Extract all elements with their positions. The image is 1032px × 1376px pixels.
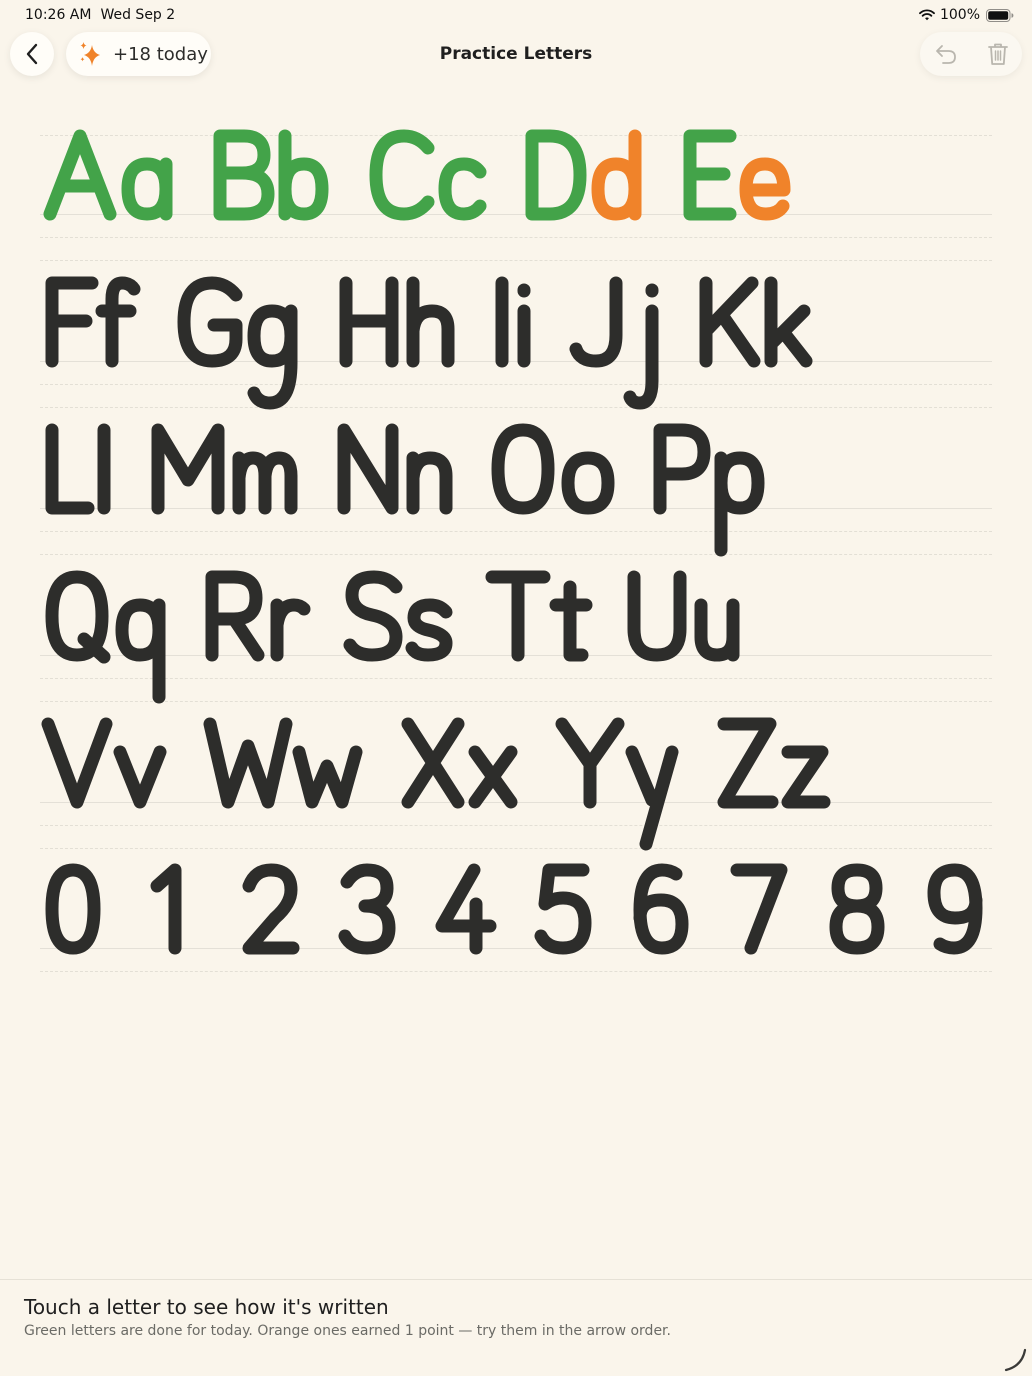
letter-b-upper[interactable]	[208, 128, 276, 264]
instructions-text: Green letters are done for today. Orange…	[24, 1323, 671, 1339]
letter-x-upper[interactable]	[398, 716, 468, 852]
letter-e-upper[interactable]	[678, 128, 738, 264]
letter-o-upper[interactable]	[486, 422, 560, 558]
letter-d-upper[interactable]	[520, 128, 590, 264]
instructions-panel: Touch a letter to see how it's written G…	[0, 1279, 1032, 1376]
letter-z-lower[interactable]	[778, 716, 831, 852]
letter-f-lower[interactable]	[95, 275, 141, 411]
letter-k-lower[interactable]	[760, 275, 814, 411]
letter-s-upper[interactable]	[340, 569, 406, 705]
practice-letters-screen: 10:26 AM Wed Sep 2 100% +18 today Practi…	[0, 0, 1032, 1376]
letter-k-upper[interactable]	[694, 275, 762, 411]
letter-t-upper[interactable]	[484, 569, 552, 705]
letter-v-upper[interactable]	[40, 716, 114, 852]
letter-b-lower[interactable]	[274, 128, 332, 264]
letter-h-upper[interactable]	[334, 275, 404, 411]
letter-i-lower[interactable]	[512, 275, 536, 411]
letter-t-lower[interactable]	[549, 569, 593, 705]
digit-5[interactable]	[531, 862, 595, 998]
letter-m-upper[interactable]	[146, 422, 230, 558]
letter-g-lower[interactable]	[244, 275, 302, 411]
letter-y-lower[interactable]	[624, 716, 680, 852]
letter-r-upper[interactable]	[200, 569, 268, 705]
letter-z-upper[interactable]	[714, 716, 780, 852]
letter-c-upper[interactable]	[364, 128, 438, 264]
digit-1[interactable]	[145, 862, 197, 998]
resize-handle-icon[interactable]	[1002, 1346, 1028, 1372]
letter-w-upper[interactable]	[202, 716, 294, 852]
instructions-title: Touch a letter to see how it's written	[24, 1295, 389, 1319]
letter-y-upper[interactable]	[554, 716, 626, 852]
letter-w-lower[interactable]	[292, 716, 364, 852]
letter-m-lower[interactable]	[228, 422, 302, 558]
letter-l-upper[interactable]	[40, 422, 95, 558]
digit-8[interactable]	[824, 862, 890, 998]
digit-9[interactable]	[922, 862, 988, 998]
digit-0[interactable]	[40, 862, 106, 998]
digit-6[interactable]	[628, 862, 694, 998]
digit-3[interactable]	[335, 862, 399, 998]
letter-p-upper[interactable]	[648, 422, 712, 558]
letter-u-lower[interactable]	[690, 569, 744, 705]
letter-l-lower[interactable]	[92, 422, 116, 558]
letter-x-lower[interactable]	[466, 716, 520, 852]
letter-j-lower[interactable]	[623, 275, 662, 411]
letter-g-upper[interactable]	[172, 275, 246, 411]
letter-v-lower[interactable]	[112, 716, 168, 852]
letter-h-lower[interactable]	[402, 275, 458, 411]
digit-7[interactable]	[727, 862, 791, 998]
letter-s-lower[interactable]	[404, 569, 454, 705]
letter-c-lower[interactable]	[436, 128, 488, 264]
letter-rows	[40, 128, 988, 998]
digit-4[interactable]	[432, 862, 498, 998]
digit-2[interactable]	[237, 862, 301, 998]
letter-p-lower[interactable]	[710, 422, 768, 558]
letter-n-upper[interactable]	[332, 422, 404, 558]
letter-q-lower[interactable]	[112, 569, 170, 705]
letter-a-upper[interactable]	[40, 128, 120, 264]
letter-f-upper[interactable]	[40, 275, 99, 411]
letter-r-lower[interactable]	[266, 569, 311, 705]
letter-e-lower[interactable]	[736, 128, 794, 264]
letter-a-lower[interactable]	[118, 128, 176, 264]
letter-o-lower[interactable]	[558, 422, 618, 558]
practice-sheet	[0, 0, 1032, 1376]
letter-n-lower[interactable]	[402, 422, 456, 558]
letter-q-upper[interactable]	[40, 569, 114, 705]
letter-u-upper[interactable]	[622, 569, 692, 705]
letter-d-lower[interactable]	[588, 128, 646, 264]
letter-j-upper[interactable]	[568, 275, 626, 411]
letter-v-lower-hit-area[interactable]	[112, 716, 168, 852]
letter-i-upper[interactable]	[490, 275, 514, 411]
